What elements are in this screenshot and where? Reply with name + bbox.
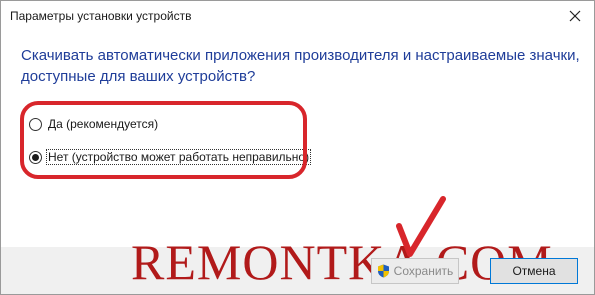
- radio-button-yes[interactable]: [29, 117, 42, 131]
- radio-label-no: Нет (устройство может работать неправиль…: [45, 149, 312, 165]
- close-button[interactable]: [556, 1, 594, 31]
- close-icon: [569, 10, 581, 22]
- radio-button-no[interactable]: [29, 150, 42, 164]
- dialog-question: Скачивать автоматически приложения произ…: [21, 47, 580, 85]
- radio-label-yes: Да (рекомендуется): [48, 117, 159, 131]
- window-title: Параметры установки устройств: [10, 9, 192, 23]
- red-highlight-oval: [20, 101, 307, 179]
- uac-shield-icon: [377, 264, 390, 278]
- cancel-button-label: Отмена: [512, 264, 556, 278]
- dialog-window: Параметры установки устройств Скачивать …: [0, 0, 595, 295]
- radio-option-no[interactable]: Нет (устройство может работать неправиль…: [29, 148, 312, 166]
- radio-option-yes[interactable]: Да (рекомендуется): [29, 115, 159, 133]
- save-button[interactable]: Сохранить: [371, 258, 459, 284]
- title-bar: Параметры установки устройств: [1, 1, 594, 31]
- cancel-button[interactable]: Отмена: [490, 258, 578, 284]
- save-button-label: Сохранить: [393, 264, 454, 278]
